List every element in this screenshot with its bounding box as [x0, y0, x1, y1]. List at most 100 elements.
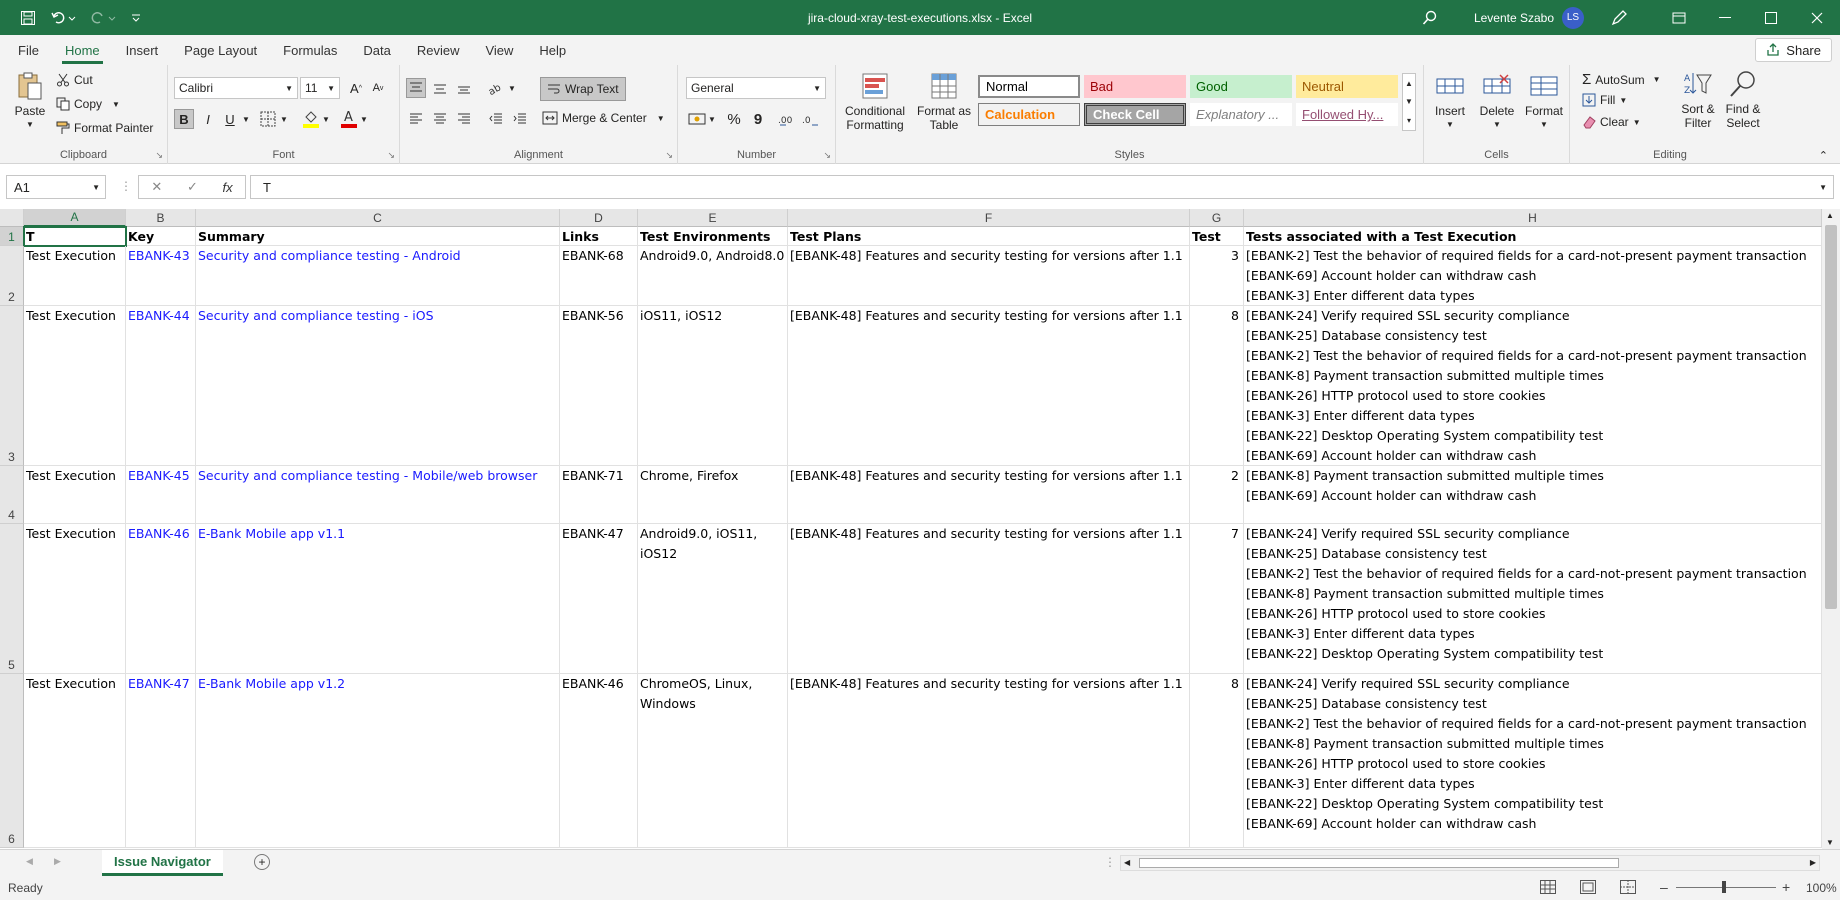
vertical-scrollbar[interactable]: ▲ ▼ [1822, 209, 1840, 849]
font-color-dropdown-icon[interactable]: ▼ [360, 115, 368, 124]
column-header-c[interactable]: C [196, 209, 560, 227]
normal-view-icon[interactable] [1540, 880, 1556, 894]
fill-color-icon[interactable] [302, 109, 320, 129]
zoom-level[interactable]: 100% [1806, 881, 1837, 895]
header-cell-c[interactable]: Summary [196, 227, 560, 246]
row-header-1[interactable]: 1 [0, 227, 24, 246]
tab-page-layout[interactable]: Page Layout [171, 35, 270, 65]
accounting-dropdown-icon[interactable]: ▼ [708, 115, 716, 124]
accounting-format-icon[interactable] [688, 111, 706, 127]
increase-indent-icon[interactable] [510, 109, 530, 129]
cell-type[interactable]: Test Execution [24, 306, 126, 466]
search-icon[interactable] [1422, 10, 1438, 26]
italic-button[interactable]: I [198, 109, 218, 129]
paste-button[interactable]: Paste ▼ [10, 71, 50, 132]
scroll-up-icon[interactable]: ▲ [1826, 211, 1834, 220]
next-sheet-icon[interactable]: ▶ [54, 856, 61, 867]
prev-sheet-icon[interactable]: ◀ [26, 856, 33, 867]
cell-links[interactable]: EBANK-56 [560, 306, 638, 466]
zoom-in-icon[interactable]: + [1782, 879, 1790, 895]
header-cell-g[interactable]: Test [1190, 227, 1244, 246]
header-cell-h[interactable]: Tests associated with a Test Execution [1244, 227, 1822, 246]
cell-key[interactable]: EBANK-43 [126, 246, 196, 306]
header-cell-f[interactable]: Test Plans [788, 227, 1190, 246]
cell-plan[interactable]: [EBANK-48] Features and security testing… [788, 306, 1190, 466]
style-good[interactable]: Good [1190, 75, 1292, 98]
save-icon[interactable] [20, 10, 36, 26]
borders-dropdown-icon[interactable]: ▼ [280, 115, 288, 124]
cell-associated-tests[interactable]: [EBANK-24] Verify required SSL security … [1244, 306, 1822, 466]
align-middle-icon[interactable] [430, 78, 450, 98]
cell-count[interactable]: 7 [1190, 524, 1244, 674]
align-bottom-icon[interactable] [454, 78, 474, 98]
cell-plan[interactable]: [EBANK-48] Features and security testing… [788, 674, 1190, 848]
zoom-slider-thumb[interactable] [1722, 881, 1726, 893]
format-cells-button[interactable]: Format ▼ [1522, 71, 1566, 132]
cell-links[interactable]: EBANK-46 [560, 674, 638, 848]
add-sheet-icon[interactable]: + [254, 854, 270, 870]
cell-summary[interactable]: Security and compliance testing - iOS [196, 306, 560, 466]
cell-key[interactable]: EBANK-47 [126, 674, 196, 848]
sheet-tab-issue-navigator[interactable]: Issue Navigator [102, 850, 223, 876]
cell-summary[interactable]: Security and compliance testing - Androi… [196, 246, 560, 306]
column-header-g[interactable]: G [1190, 209, 1244, 227]
decrease-font-icon[interactable]: Av [368, 78, 388, 98]
more-styles-icon[interactable]: ▾ [1407, 116, 1411, 125]
cell-associated-tests[interactable]: [EBANK-8] Payment transaction submitted … [1244, 466, 1822, 524]
chevron-up-icon[interactable]: ▲ [1405, 79, 1413, 88]
increase-font-icon[interactable]: A ^ [346, 78, 366, 98]
cell-plan[interactable]: [EBANK-48] Features and security testing… [788, 466, 1190, 524]
cell-environments[interactable]: ChromeOS, Linux, Windows [638, 674, 788, 848]
alignment-launcher-icon[interactable]: ↘ [665, 150, 673, 161]
insert-function-button[interactable]: fx [223, 180, 233, 195]
maximize-icon[interactable] [1748, 0, 1794, 35]
tab-insert[interactable]: Insert [113, 35, 172, 65]
minimize-icon[interactable] [1702, 0, 1748, 35]
tab-splitter-icon[interactable]: ⋮ [1104, 855, 1116, 869]
cell-environments[interactable]: Android9.0, Android8.0 [638, 246, 788, 306]
find-select-button[interactable]: Find & Select [1720, 69, 1766, 130]
confirm-entry-icon[interactable]: ✓ [187, 179, 198, 195]
cell-associated-tests[interactable]: [EBANK-2] Test the behavior of required … [1244, 246, 1822, 306]
fill-color-dropdown-icon[interactable]: ▼ [322, 115, 330, 124]
page-layout-view-icon[interactable] [1580, 880, 1596, 894]
clipboard-launcher-icon[interactable]: ↘ [155, 150, 163, 161]
conditional-formatting-button[interactable]: Conditional Formatting [842, 71, 908, 132]
format-as-table-button[interactable]: Format as Table [914, 71, 974, 132]
row-header-6[interactable]: 6 [0, 674, 24, 848]
style-bad[interactable]: Bad [1084, 75, 1186, 98]
merge-center-button[interactable]: Merge & Center ▼ [542, 111, 665, 125]
style-explanatory[interactable]: Explanatory ... [1190, 103, 1292, 126]
clear-button[interactable]: Clear ▼ [1582, 115, 1641, 129]
column-header-d[interactable]: D [560, 209, 638, 227]
cell-count[interactable]: 2 [1190, 466, 1244, 524]
chevron-down-icon[interactable]: ▼ [1405, 97, 1413, 106]
font-name-select[interactable]: Calibri ▼ [174, 77, 298, 99]
style-neutral[interactable]: Neutral [1296, 75, 1398, 98]
cell-key[interactable]: EBANK-45 [126, 466, 196, 524]
close-icon[interactable] [1794, 0, 1840, 35]
cell-type[interactable]: Test Execution [24, 466, 126, 524]
select-all-corner[interactable] [0, 209, 24, 227]
style-followed-hyperlink[interactable]: Followed Hy... [1296, 103, 1398, 126]
scroll-down-icon[interactable]: ▼ [1826, 838, 1834, 847]
zoom-slider[interactable] [1676, 881, 1776, 893]
underline-button[interactable]: U [220, 109, 240, 129]
header-cell-d[interactable]: Links [560, 227, 638, 246]
user-account[interactable]: Levente Szabo LS [1474, 6, 1584, 29]
align-top-icon[interactable] [406, 78, 426, 98]
font-launcher-icon[interactable]: ↘ [387, 150, 395, 161]
expand-formula-bar-icon[interactable]: ▼ [1819, 183, 1827, 192]
align-right-icon[interactable] [454, 109, 474, 129]
row-header-2[interactable]: 2 [0, 246, 24, 306]
percent-style-icon[interactable]: % [724, 109, 744, 129]
horizontal-scroll-thumb[interactable] [1139, 858, 1619, 868]
scroll-left-icon[interactable]: ◀ [1124, 858, 1130, 867]
share-button[interactable]: Share [1755, 38, 1832, 62]
customize-toolbar-icon[interactable] [130, 12, 142, 24]
cell-environments[interactable]: iOS11, iOS12 [638, 306, 788, 466]
cell-links[interactable]: EBANK-71 [560, 466, 638, 524]
name-box[interactable]: A1 ▼ [6, 175, 106, 199]
insert-cells-button[interactable]: Insert ▼ [1430, 71, 1470, 132]
cell-type[interactable]: Test Execution [24, 674, 126, 848]
